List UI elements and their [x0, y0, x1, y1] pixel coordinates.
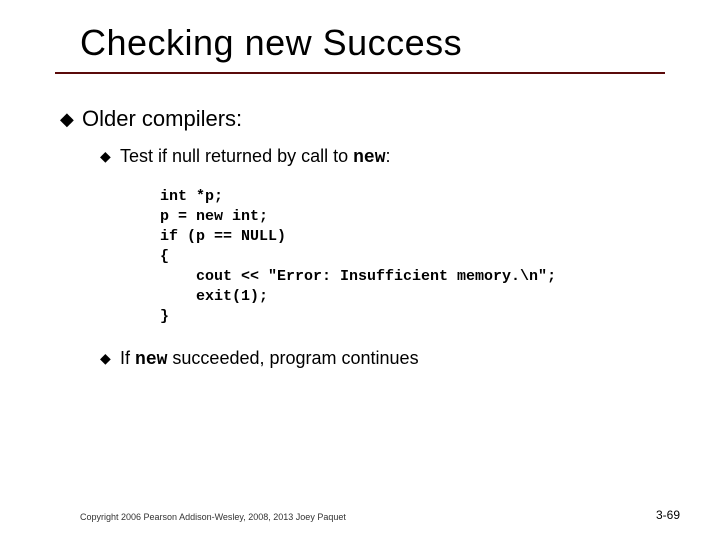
sub-bullet-1-prefix: Test if null returned by call to [120, 146, 353, 166]
bullet-1: ◆ Older compilers: [60, 105, 680, 133]
slide: Checking new Success ◆ Older compilers: … [0, 0, 720, 540]
bullet-1-subgroup: ◆ Test if null returned by call to new: … [100, 145, 680, 371]
sub-bullet-1-suffix: : [386, 146, 391, 166]
sub-bullet-2-text: If new succeeded, program continues [120, 347, 419, 371]
diamond-bullet-icon: ◆ [100, 145, 120, 167]
keyword-new: new [135, 350, 167, 370]
title-underline [55, 72, 665, 74]
content-area: ◆ Older compilers: ◆ Test if null return… [60, 105, 680, 379]
diamond-bullet-icon: ◆ [100, 347, 120, 369]
sub-bullet-1: ◆ Test if null returned by call to new: [100, 145, 680, 169]
keyword-new: new [353, 148, 385, 168]
footer-page-number: 3-69 [656, 508, 680, 522]
diamond-bullet-icon: ◆ [60, 105, 82, 133]
code-block: int *p; p = new int; if (p == NULL) { co… [160, 187, 680, 327]
sub-bullet-2: ◆ If new succeeded, program continues [100, 347, 680, 371]
bullet-1-text: Older compilers: [82, 105, 242, 133]
sub-bullet-1-text: Test if null returned by call to new: [120, 145, 391, 169]
slide-title: Checking new Success [80, 22, 462, 64]
sub-bullet-2-suffix: succeeded, program continues [167, 348, 418, 368]
footer-copyright: Copyright 2006 Pearson Addison-Wesley, 2… [80, 512, 346, 522]
sub-bullet-2-prefix: If [120, 348, 135, 368]
